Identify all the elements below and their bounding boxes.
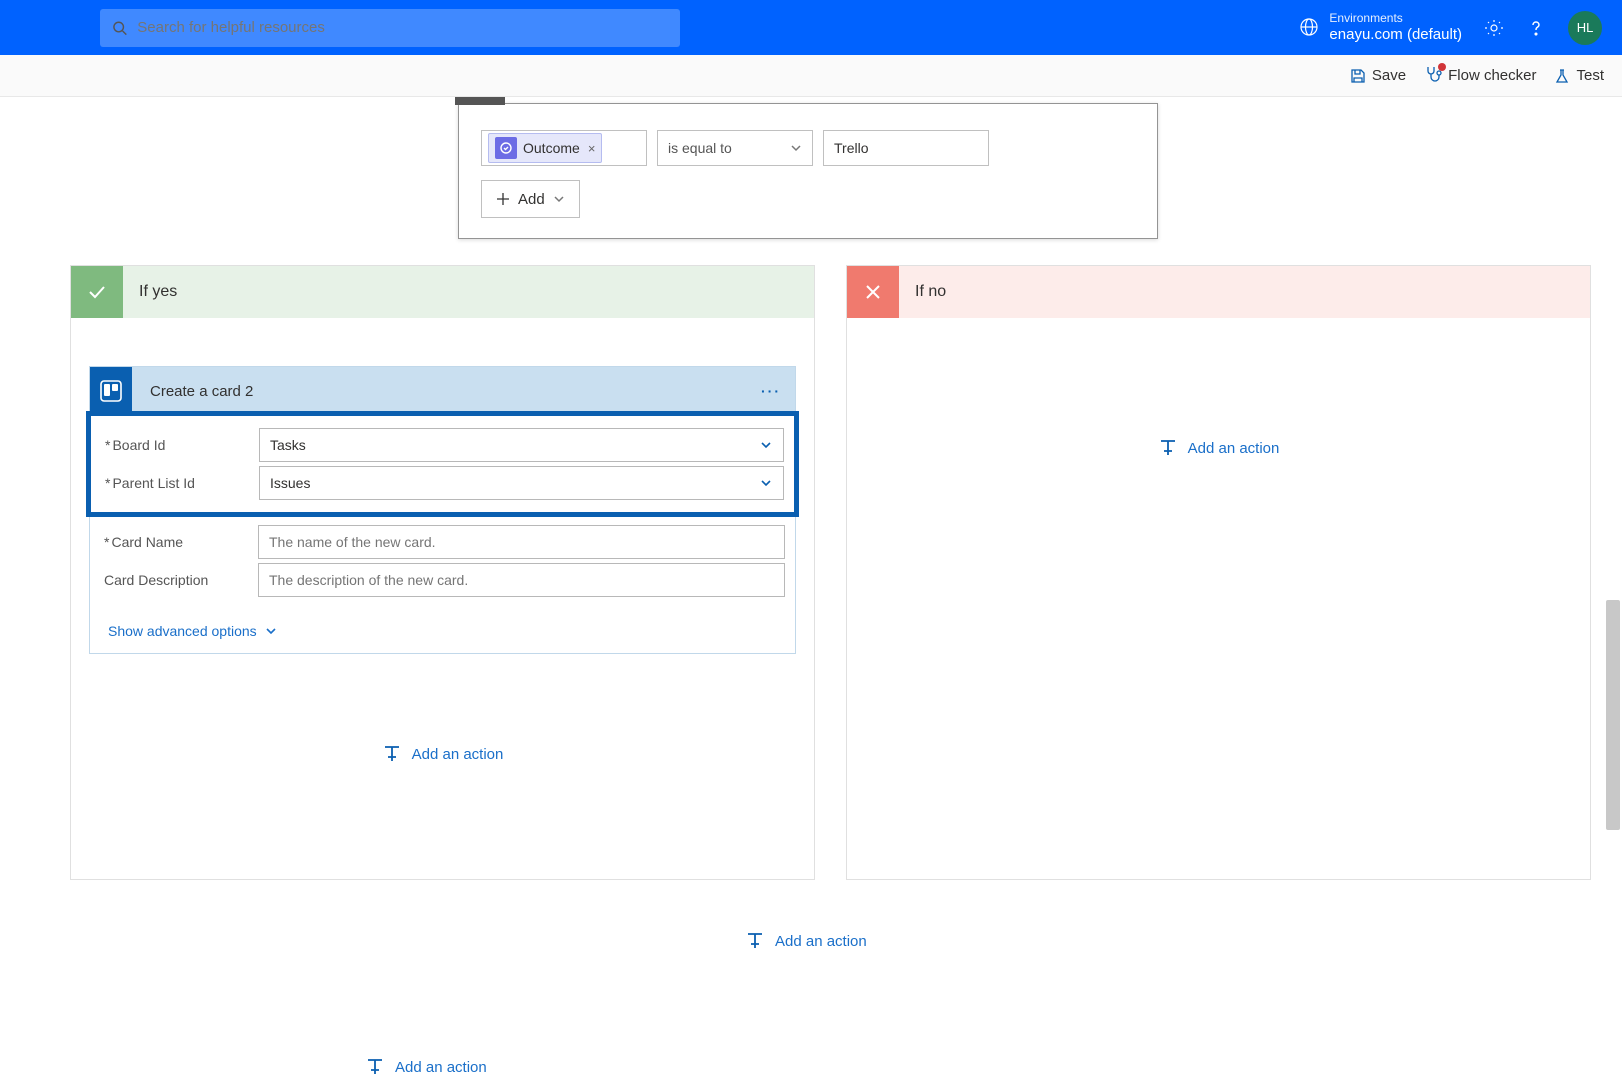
user-avatar[interactable]: HL (1568, 11, 1602, 45)
save-icon (1350, 68, 1366, 84)
chevron-down-icon (265, 625, 277, 637)
action-header[interactable]: Create a card 2 ··· (90, 367, 795, 415)
add-action-bottom[interactable]: Add an action (365, 1057, 487, 1077)
if-yes-branch: If yes Create a card 2 ··· *Board Id Tas… (70, 265, 815, 880)
env-name: enayu.com (default) (1329, 26, 1462, 44)
token-remove-icon[interactable]: × (588, 141, 596, 156)
add-action-no-branch[interactable]: Add an action (847, 438, 1590, 458)
highlighted-field-group: *Board Id Tasks *Parent List Id Issues (91, 416, 794, 512)
board-id-label: *Board Id (101, 437, 259, 453)
chevron-down-icon (759, 476, 773, 490)
condition-left-operand[interactable]: Outcome × (481, 130, 647, 166)
card-handle[interactable] (455, 97, 505, 105)
condition-add-button[interactable]: Add (481, 180, 580, 218)
scrollbar-thumb[interactable] (1606, 600, 1620, 830)
card-name-label: *Card Name (100, 534, 258, 550)
search-icon (112, 20, 127, 36)
flask-icon (1554, 68, 1570, 84)
test-button[interactable]: Test (1554, 67, 1604, 84)
chevron-down-icon (759, 438, 773, 452)
card-name-input[interactable] (258, 525, 785, 559)
environment-picker[interactable]: Environments enayu.com (default) (1299, 11, 1462, 43)
condition-operator-select[interactable]: is equal to (657, 130, 813, 166)
trello-icon (90, 367, 132, 415)
card-description-label: Card Description (100, 572, 258, 588)
add-action-yes-branch[interactable]: Add an action (71, 744, 814, 764)
header-right: Environments enayu.com (default) HL (1299, 11, 1602, 45)
show-advanced-options-link[interactable]: Show advanced options (108, 623, 277, 639)
check-icon (71, 266, 123, 318)
chevron-down-icon (790, 142, 802, 154)
toolbar: Save Flow checker Test (0, 55, 1622, 97)
add-action-after-condition[interactable]: Add an action (745, 931, 867, 951)
flow-canvas[interactable]: Outcome × is equal to Trello Add (0, 97, 1622, 1080)
approval-icon (495, 137, 517, 159)
trello-create-card-action: Create a card 2 ··· *Board Id Tasks *Par… (89, 366, 796, 654)
flow-checker-button[interactable]: Flow checker (1424, 65, 1536, 87)
env-label: Environments (1329, 11, 1462, 25)
settings-icon[interactable] (1484, 18, 1504, 38)
condition-card: Outcome × is equal to Trello Add (458, 103, 1158, 239)
parent-list-id-label: *Parent List Id (101, 475, 259, 491)
global-search[interactable] (100, 9, 680, 47)
top-bar: Environments enayu.com (default) HL (0, 0, 1622, 55)
search-input[interactable] (137, 19, 668, 36)
branch-yes-title: If yes (123, 283, 177, 301)
if-no-branch: If no Add an action (846, 265, 1591, 880)
help-icon[interactable] (1526, 18, 1546, 38)
insert-step-icon (365, 1057, 385, 1077)
chevron-down-icon (553, 193, 565, 205)
insert-step-icon (382, 744, 402, 764)
action-menu-button[interactable]: ··· (761, 383, 795, 399)
condition-value-input[interactable]: Trello (823, 130, 989, 166)
action-title: Create a card 2 (132, 383, 761, 400)
dynamic-token-outcome[interactable]: Outcome × (488, 133, 602, 163)
globe-icon (1299, 17, 1319, 37)
notification-dot-icon (1438, 63, 1446, 71)
parent-list-id-select[interactable]: Issues (259, 466, 784, 500)
insert-step-icon (1158, 438, 1178, 458)
insert-step-icon (745, 931, 765, 951)
board-id-select[interactable]: Tasks (259, 428, 784, 462)
save-button[interactable]: Save (1350, 67, 1406, 84)
plus-icon (496, 192, 510, 206)
card-description-input[interactable] (258, 563, 785, 597)
branch-no-title: If no (899, 283, 946, 301)
cross-icon (847, 266, 899, 318)
